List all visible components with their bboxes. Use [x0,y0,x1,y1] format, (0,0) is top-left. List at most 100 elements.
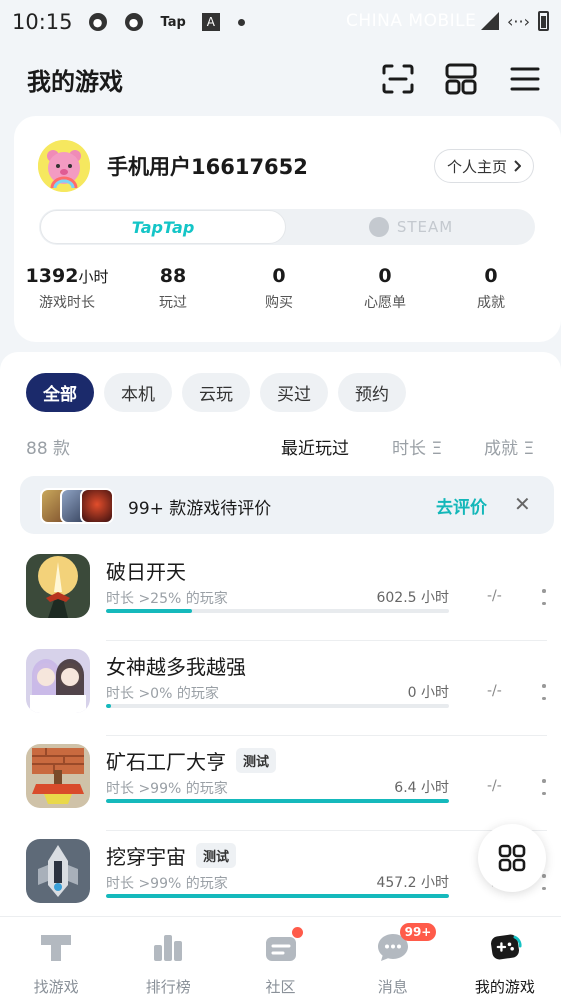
filter-local[interactable]: 本机 [104,373,172,412]
nav-label: 找游戏 [33,978,79,996]
nav-label: 我的游戏 [474,978,535,996]
stat-played[interactable]: 88 玩过 [120,262,226,312]
filter-chips: 全部 本机 云玩 买过 预约 [26,373,406,412]
game-hours: 457.2 小时 [376,875,449,891]
a-notification-icon: A [201,13,220,31]
page-title: 我的游戏 [27,67,123,96]
game-hours: 602.5 小时 [376,590,449,606]
game-title: 矿石工厂大亨 测试 [106,746,277,775]
stat-label: 心愿单 [364,295,406,311]
filter-reserved[interactable]: 预约 [338,373,406,412]
stat-label: 购买 [265,295,293,311]
nav-label: 消息 [377,978,408,996]
pending-review-game-icons [40,488,116,524]
game-subtitle: 时长 >25% 的玩家 [106,591,228,607]
game-hours: 0 小时 [407,685,449,701]
profile-home-label: 个人主页 [446,157,507,176]
username: 手机用户16617652 [107,155,308,179]
game-rating: -/- [487,778,502,794]
game-rating: -/- [487,588,502,604]
stat-value: 0 [484,265,498,287]
game-rating: -/- [487,683,502,699]
battery-icon [538,11,549,31]
game-icon[interactable] [26,649,90,713]
sort-duration[interactable]: 时长 Ξ [392,434,442,459]
nav-find-games[interactable]: 找游戏 [0,917,112,999]
stat-play-time[interactable]: 1392小时 游戏时长 [14,262,120,312]
stat-achievements[interactable]: 0 成就 [438,262,544,312]
game-title-text: 破日开天 [106,560,186,584]
filter-purchased[interactable]: 买过 [260,373,328,412]
close-icon[interactable]: ✕ [514,492,531,516]
filter-cloud[interactable]: 云玩 [182,373,250,412]
more-options-icon[interactable] [542,589,546,605]
notification-icon: ● [88,13,107,31]
game-title: 挖穿宇宙 测试 [106,841,237,870]
sort-recent[interactable]: 最近玩过 [281,434,349,459]
game-subtitle: 时长 >0% 的玩家 [106,686,219,702]
grid-icon [498,844,526,872]
profile-card: 手机用户16617652 个人主页 TapTap STEAM 1392小时 游戏… [14,116,561,342]
profile-stats: 1392小时 游戏时长 88 玩过 0 购买 0 心愿单 0 成就 [14,262,561,312]
game-row[interactable]: 女神越多我越强 时长 >0% 的玩家 0 小时 -/- [0,641,561,736]
review-banner-text: 99+ 款游戏待评价 [128,499,272,519]
profile-home-button[interactable]: 个人主页 [433,149,534,183]
game-row[interactable]: 破日开天 时长 >25% 的玩家 602.5 小时 -/- [0,546,561,641]
beta-tag: 测试 [236,748,277,773]
game-subtitle: 时长 >99% 的玩家 [106,781,228,797]
platform-steam-tab[interactable]: STEAM [287,209,535,245]
stat-value: 1392 [25,265,79,287]
play-time-progress [106,704,449,708]
apps-grid-button[interactable] [478,824,546,892]
stat-wishlist[interactable]: 0 心愿单 [332,262,438,312]
menu-icon[interactable] [508,62,542,96]
nav-my-games[interactable]: 我的游戏 [449,917,561,999]
stat-purchased[interactable]: 0 购买 [226,262,332,312]
my-games-icon [490,934,522,960]
go-review-button[interactable]: 去评价 [436,493,487,518]
sort-row: 88 款 最近玩过 时长 Ξ 成就 Ξ [26,434,546,459]
beta-tag: 测试 [196,843,237,868]
nav-ranking[interactable]: 排行榜 [112,917,224,999]
game-row[interactable]: 矿石工厂大亨 测试 时长 >99% 的玩家 6.4 小时 -/- [0,736,561,831]
status-bar: 10:15 ● ● Tap A CHINA MOBILE ‹··› [0,0,561,44]
game-icon[interactable] [26,554,90,618]
nav-community[interactable]: 社区 [224,917,336,999]
platform-steam-label: STEAM [396,218,454,236]
stat-value: 0 [378,265,392,287]
play-time-progress [106,799,449,803]
game-title-text: 女神越多我越强 [106,655,246,679]
steam-icon [368,217,389,237]
chevron-right-icon [514,160,521,172]
nav-messages[interactable]: 99+ 消息 [337,917,449,999]
game-count: 88 款 [26,439,71,459]
stat-unit: 小时 [78,268,109,286]
notification-icon: ● [124,13,143,31]
filter-all[interactable]: 全部 [26,373,94,412]
bottom-nav: 找游戏 排行榜 社区 99+ 消息 我的游戏 [0,916,561,999]
more-options-icon[interactable] [542,779,546,795]
game-thumb-icon [80,488,114,524]
review-banner: 99+ 款游戏待评价 去评价 ✕ [20,476,554,534]
play-time-progress [106,609,449,613]
message-badge: 99+ [399,923,437,941]
app-header: 我的游戏 [0,44,561,114]
avatar[interactable] [38,140,90,192]
game-row[interactable]: 挖穿宇宙测试 时长 >99% 的玩家 457.2 小时 -/- [0,831,561,926]
game-icon[interactable] [26,744,90,808]
network-icon: ‹··› [507,11,530,31]
find-games-icon [41,935,72,961]
sort-icon: Ξ [431,439,443,459]
game-icon[interactable] [26,839,90,903]
stat-label: 成就 [477,295,505,311]
game-hours: 6.4 小时 [394,780,449,796]
game-subtitle: 时长 >99% 的玩家 [106,876,228,892]
sort-achievements[interactable]: 成就 Ξ [484,434,534,459]
platform-taptap-tab[interactable]: TapTap [40,210,286,244]
more-options-icon[interactable] [542,684,546,700]
more-options-icon[interactable] [542,874,546,890]
sort-achievements-label: 成就 [484,439,518,459]
play-time-progress [106,894,449,898]
scan-icon[interactable] [381,62,415,96]
grid-layout-icon[interactable] [444,62,478,96]
